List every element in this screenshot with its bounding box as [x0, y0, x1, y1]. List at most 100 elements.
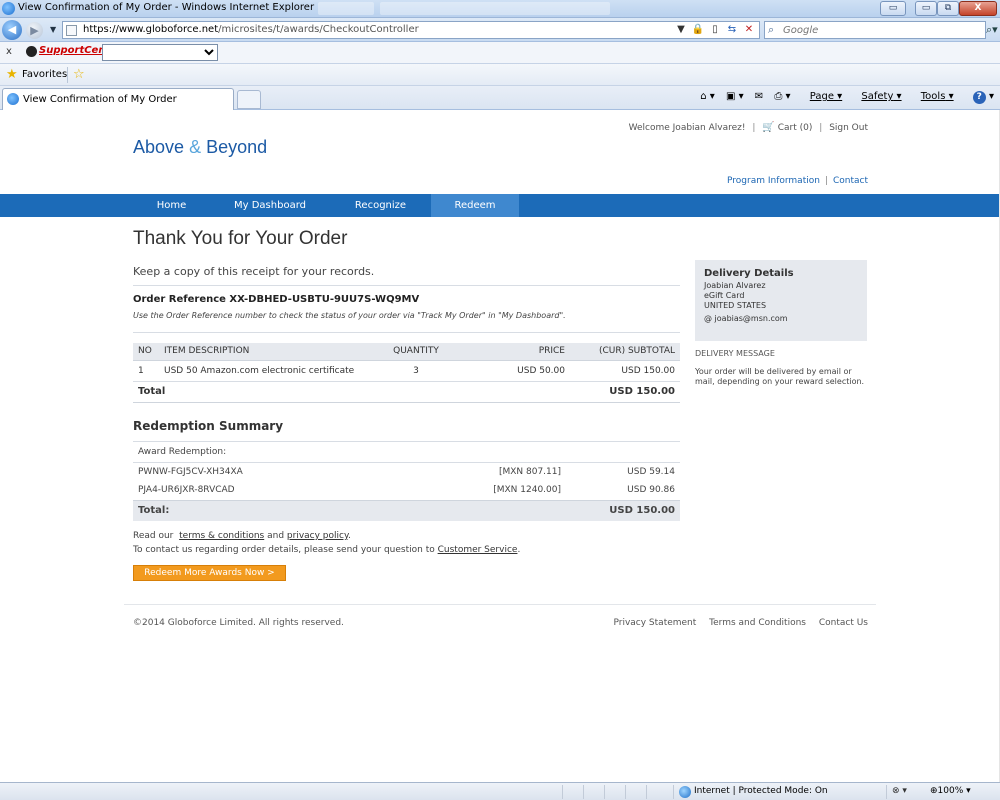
- url-text[interactable]: https://www.globoforce.net/microsites/t/…: [83, 24, 419, 35]
- contact-us-link[interactable]: Contact Us: [819, 618, 868, 628]
- command-bar: ⌂ ▾ ▣ ▾ ✉ ⎙ ▾ Page ▾ Safety ▾ Tools ▾ ? …: [692, 91, 994, 104]
- window-title: View Confirmation of My Order - Windows …: [18, 2, 315, 13]
- cart-link[interactable]: Cart (0): [778, 123, 813, 133]
- award-code: PWNW-FGJ5CV-XH34XA: [138, 466, 243, 477]
- program-information-link[interactable]: Program Information: [727, 176, 820, 186]
- minimize-button[interactable]: ▭: [915, 1, 937, 16]
- delivery-details-title: Delivery Details: [704, 268, 794, 279]
- table-row: 1 USD 50 Amazon.com electronic certifica…: [133, 360, 680, 382]
- favorites-bar: ★ Favorites ☆: [0, 64, 1000, 86]
- ie-logo-icon: [2, 2, 15, 15]
- search-input[interactable]: [783, 23, 963, 37]
- site-logo[interactable]: Above & Beyond: [133, 137, 267, 158]
- redemption-total-row: Total: USD 150.00: [133, 499, 680, 521]
- url-field[interactable]: https://www.globoforce.net/microsites/t/…: [62, 21, 760, 39]
- back-button[interactable]: ◀: [2, 20, 22, 40]
- restore-button[interactable]: ⧉: [937, 1, 959, 16]
- column-header-subtotal: (CUR) SUBTOTAL: [570, 343, 680, 361]
- redemption-total-value: USD 150.00: [566, 499, 680, 521]
- mail-icon[interactable]: ✉: [755, 91, 763, 102]
- redemption-table: Award Redemption: PWNW-FGJ5CV-XH34XA [MX…: [133, 443, 680, 521]
- favorites-star-icon[interactable]: ★: [6, 67, 18, 82]
- feeds-icon[interactable]: ▣ ▾: [726, 91, 744, 102]
- home-icon[interactable]: ⌂ ▾: [700, 91, 715, 102]
- receipt-note: Keep a copy of this receipt for your rec…: [133, 265, 375, 278]
- item-subtotal: USD 150.00: [570, 360, 680, 382]
- close-button[interactable]: X: [959, 1, 997, 16]
- terms-conditions-link[interactable]: terms & conditions: [179, 531, 264, 541]
- close-toolbar-icon[interactable]: x: [6, 46, 12, 57]
- nav-item-my-dashboard[interactable]: My Dashboard: [210, 194, 330, 217]
- history-dropdown-icon[interactable]: ▼: [50, 25, 56, 34]
- url-dropdown-icon[interactable]: ▼: [673, 23, 689, 37]
- column-header-price: PRICE: [454, 343, 570, 361]
- table-header-row: NO ITEM DESCRIPTION QUANTITY PRICE (CUR)…: [133, 343, 680, 361]
- protected-mode-icon[interactable]: ⊗ ▾: [892, 786, 907, 796]
- safety-menu[interactable]: Safety ▾: [853, 91, 901, 102]
- extra-window-button[interactable]: ▭: [880, 1, 906, 16]
- zoom-level[interactable]: ⊕100% ▾: [930, 786, 971, 796]
- delivery-type: eGift Card: [704, 291, 745, 300]
- internet-zone-icon: [679, 786, 691, 798]
- welcome-text: Welcome Joabian Alvarez!: [628, 123, 746, 133]
- table-row: PWNW-FGJ5CV-XH34XA [MXN 807.11] USD 59.1…: [133, 462, 680, 481]
- award-redemption-label: Award Redemption:: [133, 443, 680, 463]
- item-quantity: 3: [378, 360, 454, 382]
- sign-out-link[interactable]: Sign Out: [829, 123, 868, 133]
- help-menu[interactable]: ? ▾: [965, 91, 994, 104]
- help-icon[interactable]: ?: [972, 91, 986, 104]
- page-menu[interactable]: Page ▾: [802, 91, 842, 102]
- address-bar: ◀ ▶ ▼ https://www.globoforce.net/microsi…: [0, 18, 1000, 42]
- header-user-links: Welcome Joabian Alvarez! | 🛒 Cart (0) | S…: [628, 122, 868, 133]
- tab-label: View Confirmation of My Order: [23, 94, 177, 105]
- legal-text: Read our terms & conditions and privacy …: [133, 531, 521, 555]
- divider: [133, 332, 680, 333]
- tab-current[interactable]: View Confirmation of My Order: [2, 88, 234, 110]
- privacy-policy-link[interactable]: privacy policy: [287, 531, 348, 541]
- security-zone-status[interactable]: Internet | Protected Mode: On: [694, 786, 828, 796]
- nav-item-recognize[interactable]: Recognize: [330, 194, 431, 217]
- award-usd-amount: USD 90.86: [627, 485, 675, 496]
- delivery-name: Joabian Alvarez: [704, 281, 766, 290]
- divider: [67, 67, 68, 83]
- redeem-more-awards-button[interactable]: Redeem More Awards Now >: [133, 565, 286, 581]
- delivery-message-title: DELIVERY MESSAGE: [695, 349, 775, 358]
- order-reference: Order Reference XX-DBHED-USBTU-9UU7S-WQ9…: [133, 294, 420, 305]
- column-header-quantity: QUANTITY: [378, 343, 454, 361]
- search-icon[interactable]: ⌕▾: [986, 23, 998, 37]
- footer-divider: [124, 604, 876, 605]
- cart-icon[interactable]: 🛒: [762, 122, 774, 133]
- item-description: USD 50 Amazon.com electronic certificate: [159, 360, 378, 382]
- nav-item-home[interactable]: Home: [133, 194, 210, 217]
- page-icon: [66, 25, 77, 36]
- search-provider-icon: ⌕: [768, 23, 775, 36]
- header-sub-links: Program Information | Contact: [727, 176, 868, 186]
- nav-item-redeem[interactable]: Redeem: [431, 194, 519, 217]
- privacy-statement-link[interactable]: Privacy Statement: [613, 618, 696, 628]
- terms-and-conditions-link[interactable]: Terms and Conditions: [709, 618, 806, 628]
- stop-icon[interactable]: ✕: [741, 23, 757, 37]
- print-icon[interactable]: ⎙ ▾: [774, 91, 790, 102]
- ie-page-icon: [7, 93, 19, 105]
- lock-icon[interactable]: 🔒: [690, 23, 706, 37]
- new-tab-button[interactable]: [237, 90, 261, 109]
- customer-service-link[interactable]: Customer Service: [438, 545, 518, 555]
- column-header-no: NO: [133, 343, 159, 361]
- order-reference-hint: Use the Order Reference number to check …: [133, 311, 566, 320]
- toolbar-select[interactable]: [102, 44, 218, 61]
- main-nav: Home My Dashboard Recognize Redeem: [0, 194, 1000, 217]
- links-toolbar: x SupportCentral: [0, 42, 1000, 64]
- total-row: Total USD 150.00: [133, 381, 680, 403]
- contact-link[interactable]: Contact: [833, 176, 868, 186]
- tools-menu[interactable]: Tools ▾: [913, 91, 954, 102]
- taskbar-ghost: [318, 2, 374, 15]
- item-no: 1: [133, 360, 159, 382]
- award-usd-amount: USD 59.14: [627, 466, 675, 477]
- footer-links: Privacy Statement Terms and Conditions C…: [560, 618, 868, 628]
- compatibility-icon[interactable]: ▯: [707, 23, 723, 37]
- refresh-icon[interactable]: ⇆: [724, 23, 740, 37]
- search-box[interactable]: ⌕: [764, 21, 986, 39]
- forward-button[interactable]: ▶: [26, 22, 43, 39]
- add-favorite-icon[interactable]: ☆: [73, 67, 85, 82]
- favorites-button[interactable]: Favorites: [22, 69, 67, 80]
